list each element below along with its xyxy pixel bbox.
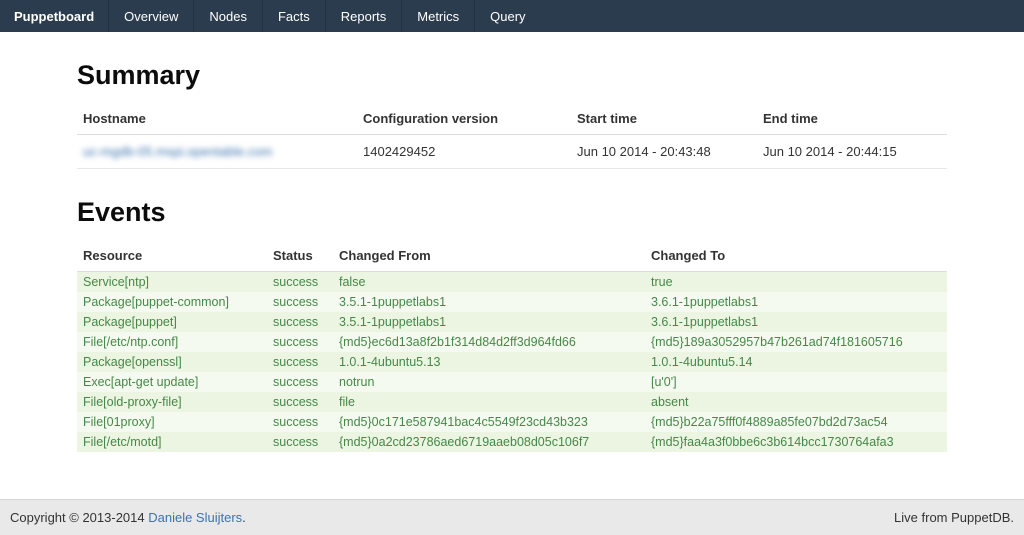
event-changed-from-cell: false <box>333 272 645 293</box>
nav-item-nodes[interactable]: Nodes <box>193 0 262 32</box>
event-resource-cell: Package[openssl] <box>77 352 267 372</box>
event-row: File[/etc/ntp.conf] success {md5}ec6d13a… <box>77 332 947 352</box>
event-changed-to-cell: true <box>645 272 947 293</box>
summary-col-end-time: End time <box>757 103 947 135</box>
event-status-cell: success <box>267 392 333 412</box>
event-status-cell: success <box>267 372 333 392</box>
summary-heading: Summary <box>77 60 947 91</box>
event-changed-from-cell: 3.5.1-1puppetlabs1 <box>333 292 645 312</box>
event-status-cell: success <box>267 332 333 352</box>
footer-live-status: Live from PuppetDB. <box>894 510 1014 525</box>
event-changed-from-cell: {md5}ec6d13a8f2b1f314d84d2ff3d964fd66 <box>333 332 645 352</box>
events-col-resource: Resource <box>77 240 267 272</box>
event-row: Package[openssl] success 1.0.1-4ubuntu5.… <box>77 352 947 372</box>
footer-copyright-text: Copyright © 2013-2014 <box>10 510 148 525</box>
summary-cell-config-version: 1402429452 <box>357 135 571 169</box>
event-changed-from-cell: notrun <box>333 372 645 392</box>
brand-puppetboard[interactable]: Puppetboard <box>0 0 108 32</box>
summary-col-start-time: Start time <box>571 103 757 135</box>
event-changed-to-cell: 1.0.1-4ubuntu5.14 <box>645 352 947 372</box>
events-col-status: Status <box>267 240 333 272</box>
summary-cell-end-time: Jun 10 2014 - 20:44:15 <box>757 135 947 169</box>
events-header-row: Resource Status Changed From Changed To <box>77 240 947 272</box>
footer-author-link[interactable]: Daniele Sluijters <box>148 510 242 525</box>
event-resource-cell: Service[ntp] <box>77 272 267 293</box>
event-resource-cell: File[old-proxy-file] <box>77 392 267 412</box>
summary-header-row: Hostname Configuration version Start tim… <box>77 103 947 135</box>
event-changed-from-cell: {md5}0a2cd23786aed6719aaeb08d05c106f7 <box>333 432 645 452</box>
main-content: Summary Hostname Configuration version S… <box>0 32 1024 499</box>
event-resource-cell: File[/etc/motd] <box>77 432 267 452</box>
summary-cell-hostname: uc-mgdb-05.mspi.opentable.com <box>77 135 357 169</box>
event-row: Package[puppet-common] success 3.5.1-1pu… <box>77 292 947 312</box>
summary-col-hostname: Hostname <box>77 103 357 135</box>
event-changed-from-cell: file <box>333 392 645 412</box>
event-changed-to-cell: [u'0'] <box>645 372 947 392</box>
event-row: Exec[apt-get update] success notrun [u'0… <box>77 372 947 392</box>
event-changed-from-cell: 1.0.1-4ubuntu5.13 <box>333 352 645 372</box>
event-row: File[01proxy] success {md5}0c171e587941b… <box>77 412 947 432</box>
events-col-changed-to: Changed To <box>645 240 947 272</box>
event-status-cell: success <box>267 312 333 332</box>
event-status-cell: success <box>267 292 333 312</box>
summary-col-config-version: Configuration version <box>357 103 571 135</box>
event-resource-cell: File[01proxy] <box>77 412 267 432</box>
nav-item-query[interactable]: Query <box>474 0 540 32</box>
event-row: Service[ntp] success false true <box>77 272 947 293</box>
nav-item-reports[interactable]: Reports <box>325 0 402 32</box>
event-changed-to-cell: 3.6.1-1puppetlabs1 <box>645 312 947 332</box>
event-changed-to-cell: absent <box>645 392 947 412</box>
summary-row: uc-mgdb-05.mspi.opentable.com 1402429452… <box>77 135 947 169</box>
event-status-cell: success <box>267 432 333 452</box>
summary-table: Hostname Configuration version Start tim… <box>77 103 947 169</box>
footer-copyright: Copyright © 2013-2014 Daniele Sluijters. <box>10 510 246 525</box>
event-status-cell: success <box>267 352 333 372</box>
events-col-changed-from: Changed From <box>333 240 645 272</box>
event-changed-to-cell: {md5}b22a75fff0f4889a85fe07bd2d73ac54 <box>645 412 947 432</box>
events-table: Resource Status Changed From Changed To … <box>77 240 947 452</box>
events-heading: Events <box>77 197 947 228</box>
event-changed-from-cell: 3.5.1-1puppetlabs1 <box>333 312 645 332</box>
footer-copyright-suffix: . <box>242 510 246 525</box>
event-row: Package[puppet] success 3.5.1-1puppetlab… <box>77 312 947 332</box>
event-changed-to-cell: {md5}faa4a3f0bbe6c3b614bcc1730764afa3 <box>645 432 947 452</box>
hostname-link[interactable]: uc-mgdb-05.mspi.opentable.com <box>83 144 272 159</box>
nav-item-metrics[interactable]: Metrics <box>401 0 474 32</box>
event-changed-to-cell: {md5}189a3052957b47b261ad74f181605716 <box>645 332 947 352</box>
event-changed-from-cell: {md5}0c171e587941bac4c5549f23cd43b323 <box>333 412 645 432</box>
summary-cell-start-time: Jun 10 2014 - 20:43:48 <box>571 135 757 169</box>
event-status-cell: success <box>267 272 333 293</box>
event-changed-to-cell: 3.6.1-1puppetlabs1 <box>645 292 947 312</box>
event-row: File[old-proxy-file] success file absent <box>77 392 947 412</box>
top-navbar: Puppetboard Overview Nodes Facts Reports… <box>0 0 1024 32</box>
event-row: File[/etc/motd] success {md5}0a2cd23786a… <box>77 432 947 452</box>
nav-item-facts[interactable]: Facts <box>262 0 325 32</box>
event-resource-cell: File[/etc/ntp.conf] <box>77 332 267 352</box>
event-resource-cell: Package[puppet-common] <box>77 292 267 312</box>
event-resource-cell: Package[puppet] <box>77 312 267 332</box>
nav-item-overview[interactable]: Overview <box>108 0 193 32</box>
event-status-cell: success <box>267 412 333 432</box>
event-resource-cell: Exec[apt-get update] <box>77 372 267 392</box>
footer: Copyright © 2013-2014 Daniele Sluijters.… <box>0 499 1024 535</box>
